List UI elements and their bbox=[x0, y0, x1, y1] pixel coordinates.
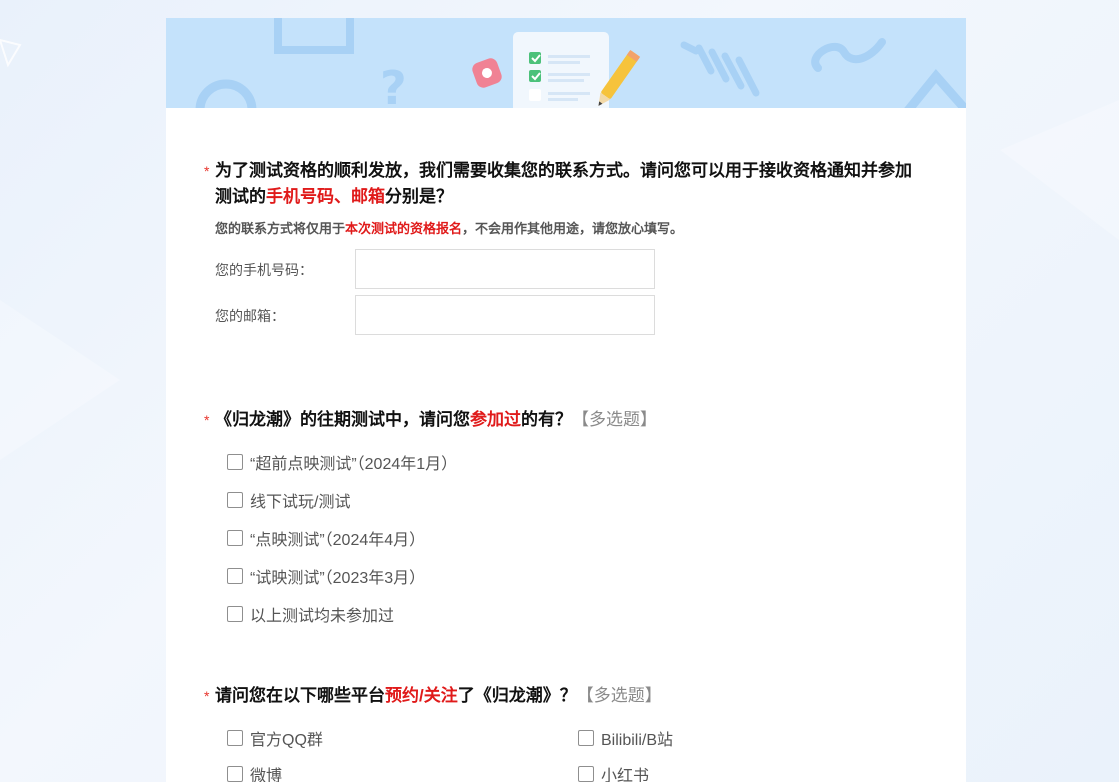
question-contact: * 为了测试资格的顺利发放，我们需要收集您的联系方式。请问您可以用于接收资格通知… bbox=[204, 158, 924, 237]
checkbox[interactable] bbox=[227, 730, 243, 746]
question-highlight: 参加过 bbox=[470, 410, 521, 429]
survey-illustration: ? bbox=[195, 18, 966, 108]
phone-row: 您的手机号码： bbox=[215, 249, 715, 289]
question-text: 了《归龙潮》？ bbox=[457, 686, 577, 705]
option-label: “试映测试”（2023年3月） bbox=[250, 570, 426, 587]
option-checkbox[interactable]: 官方QQ群 bbox=[227, 727, 323, 749]
checkbox[interactable] bbox=[227, 606, 243, 622]
option-label: 线下试玩/测试 bbox=[250, 494, 351, 511]
checkbox[interactable] bbox=[227, 766, 243, 782]
checkbox[interactable] bbox=[578, 766, 594, 782]
option-label: Bilibili/B站 bbox=[601, 732, 674, 749]
question-text: 的有？ bbox=[521, 410, 572, 429]
option-checkbox[interactable]: 线下试玩/测试 bbox=[227, 489, 350, 511]
question-text: 测试的 bbox=[215, 187, 266, 206]
question-highlight: 预约/关注 bbox=[385, 686, 458, 705]
question-title: * 《归龙潮》的往期测试中，请问您参加过的有？【多选题】 bbox=[204, 407, 924, 433]
svg-text:?: ? bbox=[380, 61, 407, 108]
description-text: 您的联系方式将仅用于 bbox=[215, 221, 346, 236]
checkbox[interactable] bbox=[227, 568, 243, 584]
option-label: 小红书 bbox=[601, 768, 650, 782]
question-highlight: 手机号码、邮箱 bbox=[266, 187, 385, 206]
checkbox[interactable] bbox=[578, 730, 594, 746]
description-text: ，不会用作其他用途，请您放心填写。 bbox=[462, 221, 684, 236]
required-mark: * bbox=[204, 688, 210, 704]
multi-select-tag: 【多选题】 bbox=[576, 686, 662, 705]
question-text: 请问您在以下哪些平台 bbox=[215, 686, 385, 705]
phone-input[interactable] bbox=[355, 249, 655, 289]
survey-banner: ? bbox=[166, 18, 966, 108]
phone-label: 您的手机号码： bbox=[215, 262, 313, 278]
question-description: 您的联系方式将仅用于本次测试的资格报名，不会用作其他用途，请您放心填写。 bbox=[215, 218, 924, 237]
option-checkbox[interactable]: 小红书 bbox=[578, 763, 649, 782]
option-label: “点映测试”（2024年4月） bbox=[250, 532, 426, 549]
option-checkbox[interactable]: 微博 bbox=[227, 763, 282, 782]
question-text: 为了测试资格的顺利发放，我们需要收集您的联系方式。请问您可以用于接收资格通知并参… bbox=[215, 161, 912, 180]
option-checkbox[interactable]: 以上测试均未参加过 bbox=[227, 603, 394, 625]
description-highlight: 本次测试的资格报名 bbox=[345, 221, 463, 236]
checkbox[interactable] bbox=[227, 492, 243, 508]
email-row: 您的邮箱： bbox=[215, 295, 715, 335]
option-checkbox[interactable]: Bilibili/B站 bbox=[578, 727, 673, 749]
question-text: 《归龙潮》的往期测试中，请问您 bbox=[215, 410, 470, 429]
question-platforms: * 请问您在以下哪些平台预约/关注了《归龙潮》？【多选题】 bbox=[204, 683, 924, 709]
required-mark: * bbox=[204, 163, 210, 179]
option-label: “超前点映测试”（2024年1月） bbox=[250, 456, 458, 473]
checkbox[interactable] bbox=[227, 530, 243, 546]
option-checkbox[interactable]: “超前点映测试”（2024年1月） bbox=[227, 451, 457, 473]
question-title: * 请问您在以下哪些平台预约/关注了《归龙潮》？【多选题】 bbox=[204, 683, 924, 709]
question-title: * 为了测试资格的顺利发放，我们需要收集您的联系方式。请问您可以用于接收资格通知… bbox=[204, 158, 924, 210]
option-checkbox[interactable]: “点映测试”（2024年4月） bbox=[227, 527, 425, 549]
option-checkbox[interactable]: “试映测试”（2023年3月） bbox=[227, 565, 425, 587]
option-label: 官方QQ群 bbox=[250, 732, 323, 749]
multi-select-tag: 【多选题】 bbox=[572, 410, 657, 429]
email-input[interactable] bbox=[355, 295, 655, 335]
checkbox[interactable] bbox=[227, 454, 243, 470]
question-text: 分别是？ bbox=[385, 187, 453, 206]
required-mark: * bbox=[204, 412, 210, 428]
option-label: 以上测试均未参加过 bbox=[250, 608, 395, 625]
question-past-tests: * 《归龙潮》的往期测试中，请问您参加过的有？【多选题】 bbox=[204, 407, 924, 433]
survey-card: ? * 为了测试资格的顺利发放，我们需要收集您的联系方式。请问您可以用于接收资格… bbox=[166, 18, 966, 782]
email-label: 您的邮箱： bbox=[215, 308, 285, 324]
option-label: 微博 bbox=[250, 768, 283, 782]
